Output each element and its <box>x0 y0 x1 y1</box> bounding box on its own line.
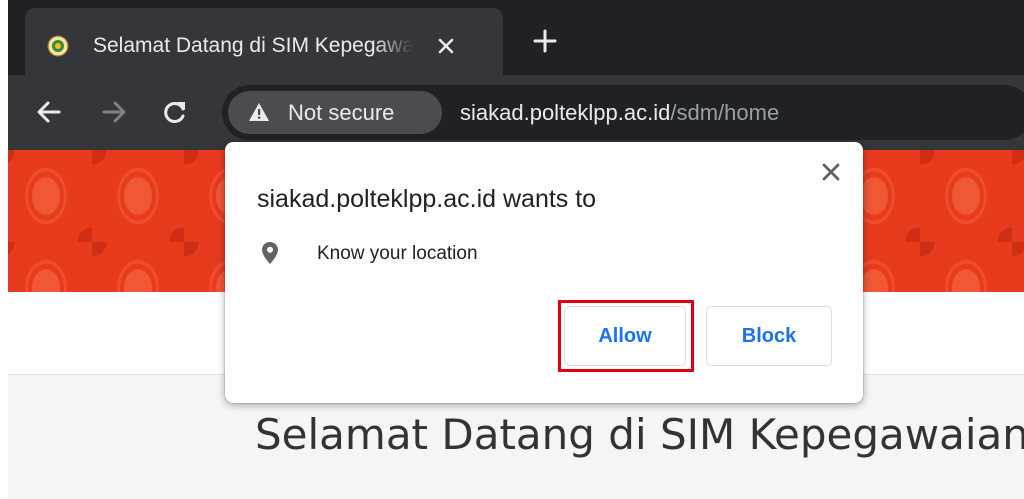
arrow-left-icon[interactable] <box>35 98 63 126</box>
warning-triangle-icon <box>249 103 269 121</box>
not-secure-label: Not secure <box>288 100 395 125</box>
address-bar[interactable]: Not secure siakad.polteklpp.ac.id/sdm/ho… <box>222 85 1024 140</box>
tab-title: Selamat Datang di SIM Kepegawaian <box>93 34 413 57</box>
left-margin-strip <box>0 0 8 498</box>
url-path: /sdm/home <box>670 100 780 125</box>
tab-strip: Selamat Datang di SIM Kepegawaian <box>0 0 1024 75</box>
url-host: siakad.polteklpp.ac.id <box>460 100 671 125</box>
dialog-title: siakad.polteklpp.ac.id wants to <box>257 185 597 213</box>
location-permission-dialog: siakad.polteklpp.ac.id wants to Know you… <box>225 142 863 403</box>
permission-label: Know your location <box>317 243 478 264</box>
close-icon[interactable] <box>819 160 843 184</box>
allow-button[interactable]: Allow <box>564 306 686 366</box>
page-heading: Selamat Datang di SIM Kepegawaian <box>255 410 1024 459</box>
browser-toolbar: Not secure siakad.polteklpp.ac.id/sdm/ho… <box>0 75 1024 150</box>
url-text[interactable]: siakad.polteklpp.ac.id/sdm/home <box>460 99 779 126</box>
plus-icon[interactable] <box>530 26 560 56</box>
institution-seal-icon <box>47 35 69 57</box>
reload-icon[interactable] <box>161 98 189 126</box>
tab-close-icon[interactable] <box>433 33 459 59</box>
location-pin-icon <box>262 242 278 264</box>
arrow-right-icon[interactable] <box>100 98 128 126</box>
block-button[interactable]: Block <box>706 306 832 366</box>
security-chip[interactable]: Not secure <box>228 91 442 134</box>
browser-tab[interactable]: Selamat Datang di SIM Kepegawaian <box>25 8 503 75</box>
